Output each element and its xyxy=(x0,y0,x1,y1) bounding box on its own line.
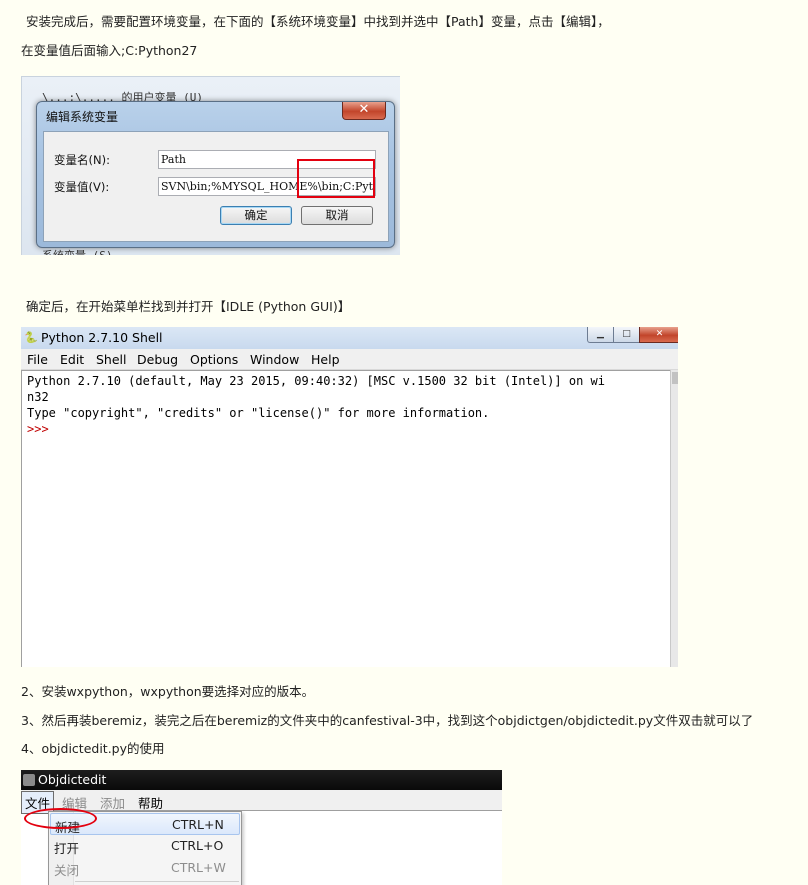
menu-add[interactable]: 添加 xyxy=(100,793,125,812)
shell-text-area[interactable]: Python 2.7.10 (default, May 23 2015, 09:… xyxy=(21,370,670,667)
app-icon xyxy=(23,774,35,786)
background-system-vars-label: 系统变量 (S) xyxy=(42,247,113,255)
highlight-box xyxy=(297,159,375,198)
minimize-button[interactable]: ▁ xyxy=(587,327,614,343)
menu-item-open[interactable]: 打开 CTRL+O xyxy=(50,835,240,857)
instruction-paragraph-4: 2、安装wxpython，wxpython要选择对应的版本。 xyxy=(21,684,315,699)
menu-edit[interactable]: Edit xyxy=(60,352,84,367)
menu-item-shortcut: CTRL+N xyxy=(172,817,224,832)
menu-separator xyxy=(75,881,239,882)
menu-item-label: 关闭 xyxy=(54,863,80,878)
menu-item-label: 打开 xyxy=(54,841,80,856)
scrollbar-thumb[interactable] xyxy=(672,372,678,384)
menu-bar: 文件 编辑 添加 帮助 xyxy=(21,790,502,814)
menu-file[interactable]: File xyxy=(27,352,48,367)
instruction-paragraph-1: 安装完成后，需要配置环境变量，在下面的【系统环境变量】中找到并选中【Path】变… xyxy=(26,14,610,29)
window-titlebar: Objdictedit xyxy=(21,770,502,790)
shell-line: Type "copyright", "credits" or "license(… xyxy=(27,406,490,420)
python-icon: 🐍 xyxy=(24,331,38,344)
objdictedit-screenshot: Objdictedit 文件 编辑 添加 帮助 新建 CTRL+N 打开 CTR… xyxy=(21,770,502,885)
instruction-paragraph-2: 在变量值后面输入;C:Python27 xyxy=(21,43,198,58)
close-button[interactable]: ✕ xyxy=(639,327,678,343)
vertical-scrollbar[interactable] xyxy=(670,370,678,667)
maximize-button[interactable]: □ xyxy=(613,327,640,343)
menu-help[interactable]: 帮助 xyxy=(138,793,163,812)
window-titlebar: 🐍 Python 2.7.10 Shell ▁ □ ✕ xyxy=(21,327,678,349)
variable-value-label: 变量值(V): xyxy=(54,180,110,194)
instruction-paragraph-3: 确定后，在开始菜单栏找到并打开【IDLE (Python GUI)】 xyxy=(26,299,351,314)
menu-window[interactable]: Window xyxy=(250,352,299,367)
menu-item-close[interactable]: 关闭 CTRL+W xyxy=(50,857,240,879)
edit-env-var-screenshot: \...;\..... 的用户变量 (U) 系统变量 (S) 编辑系统变量 ✕ … xyxy=(21,76,400,255)
python-shell-screenshot: 🐍 Python 2.7.10 Shell ▁ □ ✕ File Edit Sh… xyxy=(21,327,678,667)
menu-item-shortcut: CTRL+W xyxy=(171,860,226,875)
window-title: Python 2.7.10 Shell xyxy=(41,330,163,345)
menu-item-shortcut: CTRL+O xyxy=(171,838,224,853)
shell-line: Python 2.7.10 (default, May 23 2015, 09:… xyxy=(27,374,605,388)
menu-bar: File Edit Shell Debug Options Window Hel… xyxy=(21,349,678,370)
menu-help[interactable]: Help xyxy=(311,352,340,367)
cancel-button[interactable]: 取消 xyxy=(301,206,373,225)
shell-prompt: >>> xyxy=(27,422,49,436)
dialog-title: 编辑系统变量 xyxy=(46,110,119,124)
highlight-ellipse xyxy=(24,808,97,829)
variable-name-label: 变量名(N): xyxy=(54,153,110,167)
menu-debug[interactable]: Debug xyxy=(137,352,178,367)
menu-options[interactable]: Options xyxy=(190,352,238,367)
close-button[interactable]: ✕ xyxy=(342,102,386,120)
ok-button[interactable]: 确定 xyxy=(220,206,292,225)
instruction-paragraph-6: 4、objdictedit.py的使用 xyxy=(21,741,165,756)
shell-line: n32 xyxy=(27,390,49,404)
window-title: Objdictedit xyxy=(38,772,107,787)
instruction-paragraph-5: 3、然后再装beremiz，装完之后在beremiz的文件夹中的canfesti… xyxy=(21,713,754,728)
menu-shell[interactable]: Shell xyxy=(96,352,127,367)
